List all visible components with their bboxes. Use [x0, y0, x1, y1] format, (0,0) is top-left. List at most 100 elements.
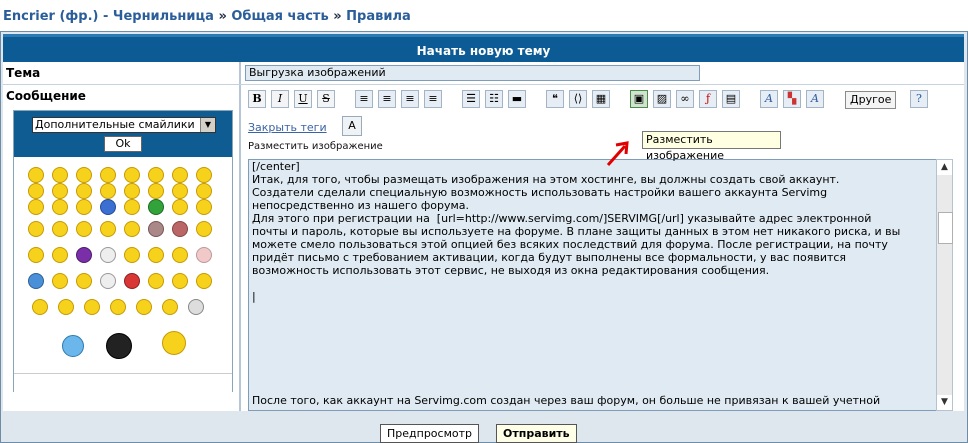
numbered-list-icon[interactable]: ☷ [485, 90, 503, 108]
smiley-icon[interactable] [52, 183, 68, 199]
smiley-category-select[interactable]: Дополнительные смайлики ▼ [32, 117, 216, 133]
smiley-icon[interactable] [124, 167, 140, 183]
smiley-icon[interactable] [84, 299, 100, 315]
message-line: Итак, для того, чтобы размещать изображе… [252, 173, 840, 186]
smiley-icon[interactable] [110, 299, 126, 315]
font-style-icon[interactable]: A [760, 90, 778, 108]
smiley-icon[interactable] [172, 247, 188, 263]
smiley-icon[interactable] [28, 247, 44, 263]
quote-icon[interactable]: ❝ [546, 90, 564, 108]
scroll-thumb[interactable] [938, 212, 953, 244]
smiley-icon[interactable] [76, 183, 92, 199]
italic-button[interactable]: I [271, 90, 289, 108]
smiley-icon[interactable] [162, 331, 186, 355]
align-right-icon[interactable]: ≡ [401, 90, 419, 108]
smiley-ok-button[interactable]: Ok [104, 136, 142, 152]
bold-button[interactable]: B [248, 90, 266, 108]
smiley-icon[interactable] [172, 273, 188, 289]
smiley-icon[interactable] [124, 221, 140, 237]
smiley-icon[interactable] [124, 247, 140, 263]
smiley-icon[interactable] [52, 247, 68, 263]
smiley-icon[interactable] [76, 273, 92, 289]
video-icon[interactable]: ▤ [722, 90, 740, 108]
smiley-icon[interactable] [124, 183, 140, 199]
message-scrollbar[interactable]: ▲ ▼ [936, 159, 953, 411]
smiley-icon[interactable] [28, 273, 44, 289]
underline-button[interactable]: U [294, 90, 312, 108]
smiley-icon[interactable] [196, 247, 212, 263]
smiley-icon[interactable] [162, 299, 178, 315]
smiley-icon[interactable] [100, 167, 116, 183]
link-icon[interactable]: ∞ [676, 90, 694, 108]
breadcrumb-forum-link[interactable]: Encrier (фр.) - Чернильница [3, 9, 214, 24]
smiley-icon[interactable] [124, 199, 140, 215]
smiley-icon[interactable] [76, 167, 92, 183]
smiley-icon[interactable] [28, 183, 44, 199]
smiley-icon[interactable] [148, 247, 164, 263]
smiley-icon[interactable] [100, 247, 116, 263]
horizontal-rule-icon[interactable]: ▬ [508, 90, 526, 108]
scroll-up-icon[interactable]: ▲ [937, 160, 952, 175]
smiley-icon[interactable] [62, 335, 84, 357]
smiley-icon[interactable] [172, 183, 188, 199]
font-format-icon[interactable]: A [342, 116, 362, 136]
list-icon[interactable]: ☰ [462, 90, 480, 108]
host-image-icon[interactable]: ▣ [630, 90, 648, 108]
smiley-icon[interactable] [28, 167, 44, 183]
message-textarea[interactable]: [/center] Итак, для того, чтобы размещать… [248, 159, 942, 411]
code-icon[interactable]: ⟨⟩ [569, 90, 587, 108]
align-left-icon[interactable]: ≡ [355, 90, 373, 108]
smiley-icon[interactable] [76, 247, 92, 263]
smiley-icon[interactable] [100, 273, 116, 289]
align-justify-icon[interactable]: ≡ [424, 90, 442, 108]
smiley-icon[interactable] [52, 167, 68, 183]
smiley-icon[interactable] [58, 299, 74, 315]
smiley-icon[interactable] [52, 221, 68, 237]
smiley-icon[interactable] [28, 199, 44, 215]
smiley-icon[interactable] [124, 273, 140, 289]
smiley-icon[interactable] [196, 167, 212, 183]
smiley-icon[interactable] [148, 167, 164, 183]
strike-button[interactable]: S [317, 90, 335, 108]
smiley-icon[interactable] [196, 183, 212, 199]
smiley-icon[interactable] [28, 221, 44, 237]
smiley-icon[interactable] [76, 221, 92, 237]
help-icon[interactable]: ? [910, 90, 928, 108]
image-icon[interactable]: ▨ [653, 90, 671, 108]
smiley-icon[interactable] [172, 199, 188, 215]
breadcrumb-section-link[interactable]: Общая часть [231, 9, 328, 24]
smiley-icon[interactable] [188, 299, 204, 315]
message-line: [/center] [252, 160, 300, 173]
more-button[interactable]: Другое [845, 91, 897, 109]
breadcrumb-rules-link[interactable]: Правила [346, 9, 411, 24]
smiley-icon[interactable] [196, 221, 212, 237]
message-line [252, 316, 938, 329]
smiley-icon[interactable] [148, 221, 164, 237]
font-size-icon[interactable]: A [806, 90, 824, 108]
close-tags-link[interactable]: Закрыть теги [248, 121, 327, 134]
smiley-icon[interactable] [100, 183, 116, 199]
table-icon[interactable]: ▦ [592, 90, 610, 108]
smiley-icon[interactable] [148, 273, 164, 289]
smiley-icon[interactable] [76, 199, 92, 215]
smiley-icon[interactable] [148, 183, 164, 199]
preview-button[interactable]: Предпросмотр [380, 424, 479, 443]
smiley-icon[interactable] [196, 273, 212, 289]
subject-input[interactable]: Выгрузка изображений [245, 65, 700, 81]
smiley-icon[interactable] [172, 221, 188, 237]
smiley-icon[interactable] [196, 199, 212, 215]
smiley-icon[interactable] [136, 299, 152, 315]
smiley-icon[interactable] [172, 167, 188, 183]
smiley-icon[interactable] [106, 333, 132, 359]
smiley-icon[interactable] [52, 199, 68, 215]
smiley-icon[interactable] [100, 199, 116, 215]
scroll-down-icon[interactable]: ▼ [937, 395, 952, 410]
smiley-icon[interactable] [100, 221, 116, 237]
smiley-icon[interactable] [32, 299, 48, 315]
color-palette-icon[interactable]: ▚ [783, 90, 801, 108]
smiley-icon[interactable] [148, 199, 164, 215]
align-center-icon[interactable]: ≡ [378, 90, 396, 108]
flash-icon[interactable]: ƒ [699, 90, 717, 108]
submit-button[interactable]: Отправить [496, 424, 577, 443]
smiley-icon[interactable] [52, 273, 68, 289]
